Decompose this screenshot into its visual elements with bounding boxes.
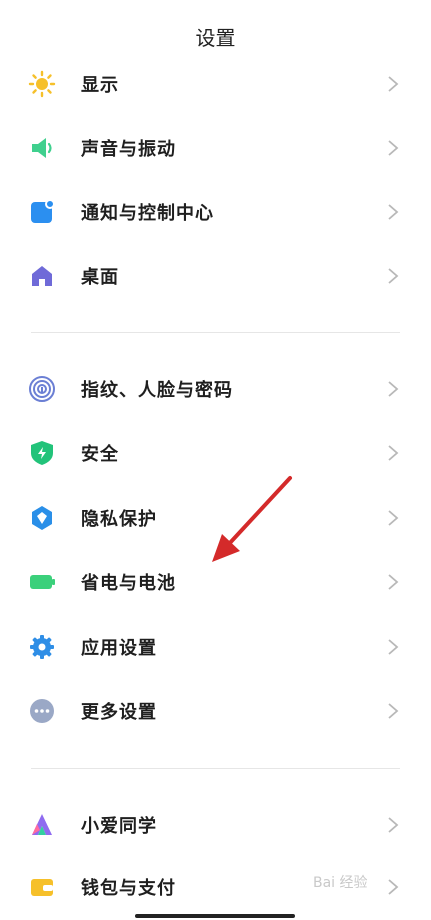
settings-item-notifications[interactable]: 通知与控制中心	[0, 180, 431, 244]
fingerprint-icon	[28, 375, 56, 403]
privacy-icon	[28, 504, 56, 532]
settings-item-label: 隐私保护	[81, 509, 157, 530]
settings-item-label: 通知与控制中心	[81, 203, 214, 224]
speaker-icon	[28, 134, 56, 162]
chevron-right-icon	[388, 639, 399, 655]
settings-item-label: 小爱同学	[81, 816, 157, 837]
settings-item-label: 声音与振动	[81, 139, 176, 160]
shield-icon	[28, 439, 56, 467]
chevron-right-icon	[388, 381, 399, 397]
chevron-right-icon	[388, 703, 399, 719]
settings-item-label: 指纹、人脸与密码	[81, 380, 233, 401]
settings-item-security[interactable]: 安全	[0, 421, 431, 485]
xiaoai-icon	[28, 811, 56, 839]
settings-item-label: 显示	[81, 75, 119, 96]
watermark-logo: Bai 经验	[313, 875, 368, 891]
settings-item-battery[interactable]: 省电与电池	[0, 550, 431, 614]
section-divider	[31, 768, 400, 769]
chevron-right-icon	[388, 574, 399, 590]
chevron-right-icon	[388, 204, 399, 220]
more-icon	[28, 697, 56, 725]
settings-item-label: 应用设置	[81, 638, 157, 659]
gear-icon	[28, 633, 56, 661]
settings-item-apps[interactable]: 应用设置	[0, 615, 431, 679]
home-icon	[28, 262, 56, 290]
chevron-right-icon	[388, 140, 399, 156]
settings-item-label: 省电与电池	[81, 573, 176, 594]
chevron-right-icon	[388, 76, 399, 92]
sun-icon	[28, 70, 56, 98]
settings-item-label: 更多设置	[81, 702, 157, 723]
settings-item-label: 钱包与支付	[81, 878, 176, 899]
chevron-right-icon	[388, 445, 399, 461]
settings-item-label: 桌面	[81, 267, 119, 288]
settings-item-privacy[interactable]: 隐私保护	[0, 486, 431, 550]
settings-item-desktop[interactable]: 桌面	[0, 244, 431, 308]
home-indicator[interactable]	[135, 914, 295, 918]
battery-icon	[28, 568, 56, 596]
settings-item-sound[interactable]: 声音与振动	[0, 116, 431, 180]
settings-item-more[interactable]: 更多设置	[0, 679, 431, 743]
page-title: 设置	[195, 26, 236, 50]
settings-item-label: 安全	[81, 444, 119, 465]
notification-icon	[28, 198, 56, 226]
chevron-right-icon	[388, 268, 399, 284]
wallet-icon	[28, 873, 56, 901]
section-divider	[31, 332, 400, 333]
settings-item-fingerprint[interactable]: 指纹、人脸与密码	[0, 357, 431, 421]
chevron-right-icon	[388, 879, 399, 895]
settings-item-display[interactable]: 显示	[0, 52, 431, 116]
chevron-right-icon	[388, 510, 399, 526]
settings-item-xiaoai[interactable]: 小爱同学	[0, 793, 431, 857]
chevron-right-icon	[388, 817, 399, 833]
